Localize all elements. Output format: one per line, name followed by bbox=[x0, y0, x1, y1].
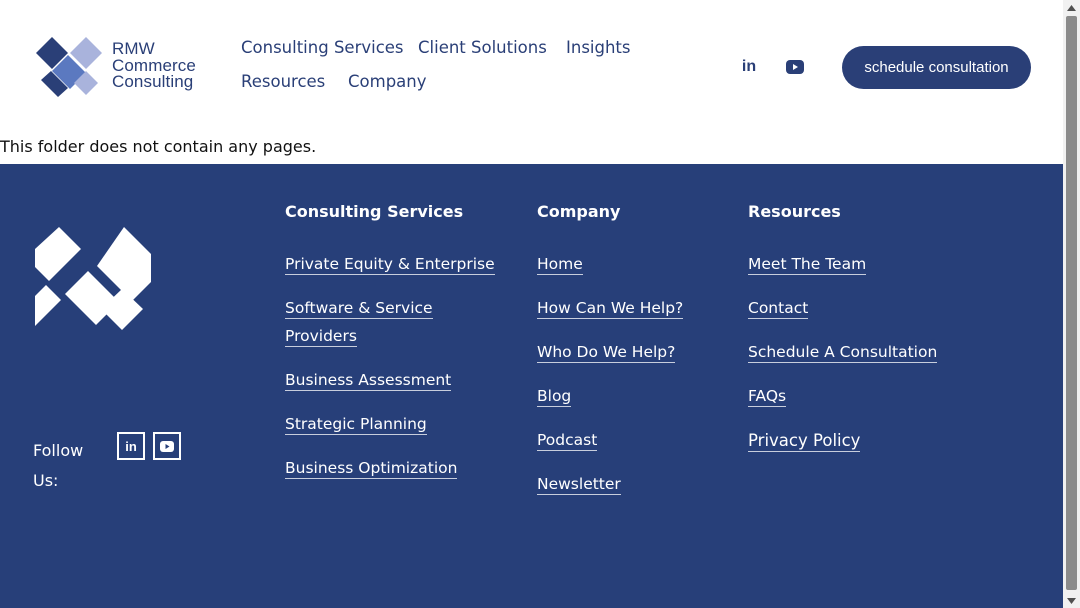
footer-linkedin-glyph: in bbox=[125, 438, 137, 454]
follow-us-label: Follow Us: bbox=[33, 441, 84, 490]
footer-youtube-icon[interactable] bbox=[153, 432, 181, 460]
footer-link-providers[interactable]: Providers bbox=[285, 322, 357, 350]
footer-logo-icon[interactable] bbox=[35, 227, 151, 330]
nav-resources[interactable]: Resources bbox=[241, 72, 325, 91]
footer-link-blog[interactable]: Blog bbox=[537, 382, 572, 410]
footer-link-contact[interactable]: Contact bbox=[748, 294, 809, 322]
footer-col-consulting-title: Consulting Services bbox=[285, 202, 464, 221]
scrollbar-thumb[interactable] bbox=[1066, 16, 1077, 590]
footer-link-schedule-consultation[interactable]: Schedule A Consultation bbox=[748, 338, 938, 366]
footer-link-strategic-planning[interactable]: Strategic Planning bbox=[285, 410, 427, 438]
schedule-consultation-button[interactable]: schedule consultation bbox=[842, 46, 1031, 89]
site-logo[interactable]: RMW Commerce Consulting bbox=[36, 37, 206, 99]
footer-col-company-title: Company bbox=[537, 202, 621, 221]
page-scrollbar[interactable] bbox=[1063, 0, 1080, 608]
linkedin-icon[interactable]: in bbox=[739, 57, 759, 77]
footer-linkedin-icon[interactable]: in bbox=[117, 432, 145, 460]
footer-link-faqs[interactable]: FAQs bbox=[748, 382, 787, 410]
footer-link-business-assessment[interactable]: Business Assessment bbox=[285, 366, 452, 394]
logo-line-3: Consulting bbox=[112, 72, 194, 91]
footer-link-privacy-policy[interactable]: Privacy Policy bbox=[748, 427, 861, 455]
linkedin-glyph: in bbox=[741, 58, 757, 75]
scroll-down-arrow-icon[interactable] bbox=[1063, 593, 1080, 608]
nav-company[interactable]: Company bbox=[348, 72, 427, 91]
site-header: RMW Commerce Consulting Consulting Servi… bbox=[0, 0, 1063, 126]
footer-col-resources-title: Resources bbox=[748, 202, 841, 221]
site-footer: Follow Us: in Consulting Services Privat… bbox=[0, 164, 1063, 608]
footer-link-private-equity[interactable]: Private Equity & Enterprise bbox=[285, 250, 495, 278]
footer-link-home[interactable]: Home bbox=[537, 250, 583, 278]
youtube-icon[interactable] bbox=[785, 57, 805, 77]
nav-insights[interactable]: Insights bbox=[566, 38, 631, 57]
footer-link-how-can-we-help[interactable]: How Can We Help? bbox=[537, 294, 684, 322]
footer-link-meet-the-team[interactable]: Meet The Team bbox=[748, 250, 867, 278]
nav-consulting-services[interactable]: Consulting Services bbox=[241, 38, 404, 57]
footer-youtube-glyph-icon bbox=[160, 440, 174, 452]
footer-link-newsletter[interactable]: Newsletter bbox=[537, 470, 621, 498]
footer-link-software-service[interactable]: Software & Service bbox=[285, 294, 433, 322]
scroll-up-arrow-icon[interactable] bbox=[1063, 0, 1080, 15]
youtube-glyph-icon bbox=[786, 60, 804, 74]
nav-client-solutions[interactable]: Client Solutions bbox=[418, 38, 547, 57]
logo-wordmark: RMW Commerce Consulting bbox=[112, 40, 196, 91]
empty-folder-message: This folder does not contain any pages. bbox=[0, 137, 317, 156]
footer-link-business-optimization[interactable]: Business Optimization bbox=[285, 454, 458, 482]
footer-link-podcast[interactable]: Podcast bbox=[537, 426, 598, 454]
rmw-diamond-logo-icon bbox=[36, 37, 102, 97]
footer-link-who-do-we-help[interactable]: Who Do We Help? bbox=[537, 338, 676, 366]
